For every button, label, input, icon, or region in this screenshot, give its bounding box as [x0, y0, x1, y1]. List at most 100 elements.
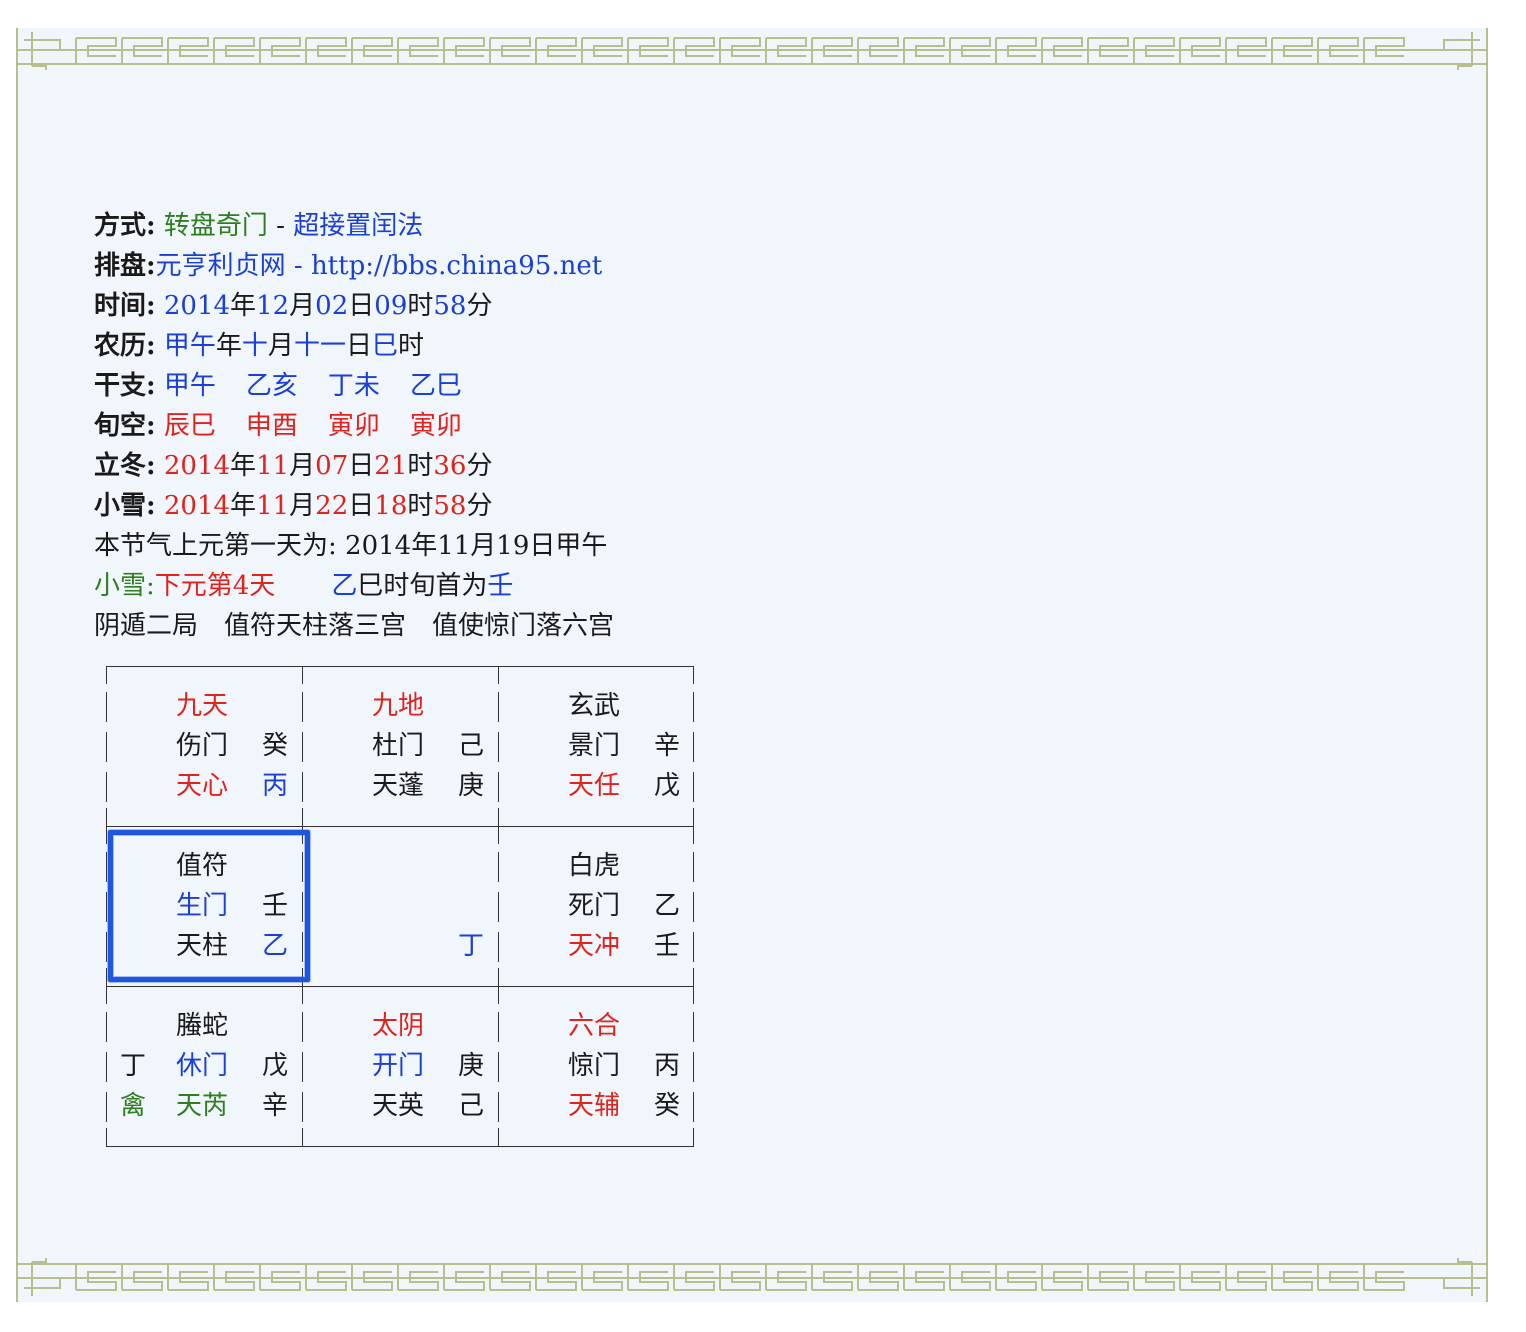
palace-door-stem: 辛 — [654, 731, 681, 761]
lidong-minute: 36 — [433, 451, 467, 481]
time-year: 2014 — [163, 291, 231, 321]
palace-door-stem: 乙 — [654, 891, 681, 921]
lunar-day-unit: 日 — [345, 331, 372, 361]
time-day: 02 — [315, 291, 349, 321]
layout-label: 排盘: — [94, 251, 156, 281]
xiaoxue-month-unit: 月 — [289, 491, 316, 521]
first-day-row: 本节气上元第一天为: 2014年11月19日甲午 — [94, 526, 614, 566]
palace-door: 伤门 — [176, 731, 229, 761]
time-label: 时间: — [94, 291, 156, 321]
xiaoxue-day: 22 — [315, 491, 349, 521]
palace-door: 休门 — [176, 1051, 229, 1081]
palace-god: 六合 — [568, 1011, 621, 1041]
xunkong-year: 辰巳 — [163, 411, 216, 441]
palace-cell: 太阴 开门 庚天英 己 — [302, 986, 498, 1146]
ganzhi-hour: 乙巳 — [409, 371, 462, 401]
zhifu-highlight-box — [108, 830, 310, 982]
lunar-row: 农历: 甲午年十月十一日巳时 — [94, 326, 614, 366]
lunar-month: 十 — [241, 331, 268, 361]
palace-star-stem: 癸 — [654, 1091, 681, 1121]
time-hour-unit: 时 — [407, 291, 434, 321]
palace-door: 惊门 — [568, 1051, 621, 1081]
palace-star: 天辅 — [568, 1091, 621, 1121]
time-hour: 09 — [374, 291, 408, 321]
lidong-month: 11 — [256, 451, 290, 481]
palace-star-stem: 己 — [458, 1091, 485, 1121]
layout-row: 排盘:元亨利贞网 - http://bbs.china95.net — [94, 246, 614, 286]
lunar-day: 十一 — [293, 331, 346, 361]
method-row: 方式: 转盘奇门 - 超接置闰法 — [94, 206, 614, 246]
palace-star: 天蓬 — [372, 771, 425, 801]
palace-god: 白虎 — [568, 851, 621, 881]
lidong-minute-unit: 分 — [466, 451, 493, 481]
lidong-day-unit: 日 — [348, 451, 375, 481]
xiaoxue-year-unit: 年 — [230, 491, 257, 521]
yuan-row: 小雪:下元第4天 乙巳时旬首为壬 — [94, 566, 614, 606]
yuan-stage: 下元第4天 — [154, 571, 276, 601]
lunar-hour-unit: 时 — [397, 331, 424, 361]
palace-door-stem: 戊 — [262, 1051, 289, 1081]
palace-cell: 丁 — [302, 826, 498, 986]
ganzhi-day: 丁未 — [327, 371, 380, 401]
xunkong-row: 旬空: 辰巳 申酉 寅卯 寅卯 — [94, 406, 614, 446]
palace-cell: 玄武景门 辛天任 戊 — [498, 666, 694, 826]
lidong-row: 立冬: 2014年11月07日21时36分 — [94, 446, 614, 486]
xun-gan: 乙 — [331, 571, 358, 601]
method-name: 转盘奇门 — [163, 211, 268, 241]
lunar-hour: 巳 — [371, 331, 398, 361]
lidong-month-unit: 月 — [289, 451, 316, 481]
lunar-month-unit: 月 — [267, 331, 294, 361]
palace-star-stem: 辛 — [262, 1091, 289, 1121]
lidong-day: 07 — [315, 451, 349, 481]
ju-row: 阴遁二局 值符天柱落三宫 值使惊门落六宫 — [94, 606, 614, 646]
time-minute: 58 — [433, 291, 467, 321]
bottom-border-ornament — [18, 1258, 1486, 1296]
layout-url-link[interactable]: - http://bbs.china95.net — [286, 251, 602, 281]
palace-door-stem: 癸 — [262, 731, 289, 761]
palace-god: 螣蛇 — [176, 1011, 229, 1041]
palace-cell: 九地 杜门 己天蓬 庚 — [302, 666, 498, 826]
xiaoxue-hour: 18 — [374, 491, 408, 521]
palace-door: 景门 — [568, 731, 621, 761]
lidong-hour: 21 — [374, 451, 408, 481]
xiaoxue-month: 11 — [256, 491, 290, 521]
lidong-year-unit: 年 — [230, 451, 257, 481]
palace-star-stem: 壬 — [654, 931, 681, 961]
palace-star: 天英 — [372, 1091, 425, 1121]
xunkong-day: 寅卯 — [327, 411, 380, 441]
ganzhi-label: 干支: — [94, 371, 156, 401]
xiaoxue-row: 小雪: 2014年11月22日18时58分 — [94, 486, 614, 526]
palace-cell: 六合惊门 丙天辅 癸 — [498, 986, 694, 1146]
time-day-unit: 日 — [348, 291, 375, 321]
palace-god: 太阴 — [372, 1011, 425, 1041]
chart-info: 方式: 转盘奇门 - 超接置闰法 排盘:元亨利贞网 - http://bbs.c… — [94, 206, 614, 646]
ganzhi-year: 甲午 — [163, 371, 216, 401]
xun-text: 巳时旬首为 — [357, 571, 488, 601]
method-separator: - — [267, 211, 294, 241]
palace-star: 天任 — [568, 771, 621, 801]
palace-god: 玄武 — [568, 691, 621, 721]
lunar-label: 农历: — [94, 331, 156, 361]
xiaoxue-year: 2014 — [163, 491, 231, 521]
xiaoxue-minute-unit: 分 — [466, 491, 493, 521]
layout-site-link[interactable]: 元亨利贞网 — [156, 251, 286, 281]
ju-text: 阴遁二局 值符天柱落三宫 值使惊门落六宫 — [94, 611, 615, 641]
grid-hline — [106, 1146, 694, 1147]
xiaoxue-label: 小雪: — [94, 491, 156, 521]
xiaoxue-minute: 58 — [433, 491, 467, 521]
method-label: 方式: — [94, 211, 156, 241]
palace-door-stem: 己 — [458, 731, 485, 761]
palace-god: 九天 — [176, 691, 229, 721]
xiaoxue-day-unit: 日 — [348, 491, 375, 521]
palace-cell: 九天 伤门 癸天心 丙 — [106, 666, 302, 826]
palace-door-stem: 丙 — [654, 1051, 681, 1081]
ganzhi-row: 干支: 甲午 乙亥 丁未 乙巳 — [94, 366, 614, 406]
palace-star-stem: 戊 — [654, 771, 681, 801]
xunkong-hour: 寅卯 — [409, 411, 462, 441]
method-variant: 超接置闰法 — [293, 211, 424, 241]
palace-cell: 螣蛇 休门 戊天芮 辛 丁禽 — [106, 986, 302, 1146]
palace-side-star: 禽 — [120, 1091, 147, 1121]
time-minute-unit: 分 — [466, 291, 493, 321]
palace-star-stem: 丁 — [458, 931, 485, 961]
xunkong-label: 旬空: — [94, 411, 156, 441]
